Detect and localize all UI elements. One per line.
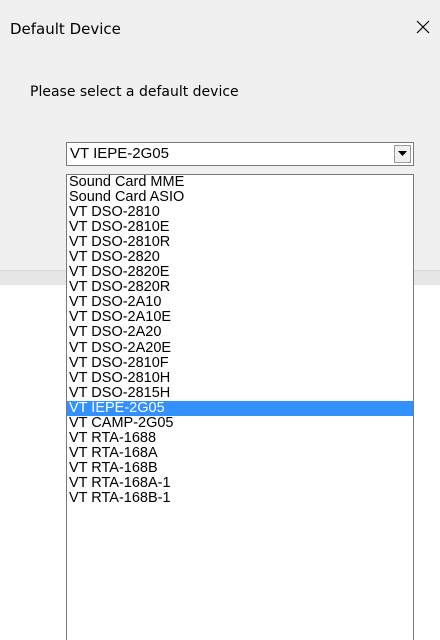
device-option[interactable]: VT RTA-1688 <box>67 430 413 446</box>
device-option[interactable]: VT RTA-168B-1 <box>67 490 413 506</box>
device-option[interactable]: VT DSO-2A20E <box>67 340 413 356</box>
device-option[interactable]: VT RTA-168A-1 <box>67 475 413 491</box>
device-option[interactable]: VT DSO-2A10E <box>67 310 413 325</box>
device-option[interactable]: VT DSO-2A20 <box>67 325 413 340</box>
device-option[interactable]: VT DSO-2810E <box>67 220 413 235</box>
device-dropdown-list[interactable]: Sound Card MME Sound Card ASIO VT DSO-2810… <box>66 174 414 640</box>
device-select[interactable]: VT IEPE-2G05 <box>66 142 414 166</box>
device-option[interactable]: VT DSO-2810F <box>67 355 413 371</box>
close-icon <box>416 20 430 34</box>
dialog-title: Default Device <box>10 20 121 38</box>
device-option[interactable]: VT DSO-2820R <box>67 280 413 295</box>
prompt-label: Please select a default device <box>30 84 239 100</box>
device-option[interactable]: VT DSO-2A10 <box>67 295 413 310</box>
device-option[interactable]: VT DSO-2820E <box>67 265 413 280</box>
device-option[interactable]: VT RTA-168B <box>67 460 413 476</box>
device-option[interactable]: VT DSO-2810H <box>67 370 413 386</box>
chevron-down-icon <box>398 151 407 156</box>
close-button[interactable] <box>408 12 438 42</box>
device-option[interactable]: VT IEPE-2G05 <box>67 400 413 416</box>
device-select-value: VT IEPE-2G05 <box>70 145 169 162</box>
device-option[interactable]: Sound Card ASIO <box>67 190 413 205</box>
device-option[interactable]: VT DSO-2820 <box>67 250 413 265</box>
device-option[interactable]: Sound Card MME <box>67 175 413 190</box>
device-option[interactable]: VT DSO-2815H <box>67 385 413 401</box>
device-select-dropdown-button[interactable] <box>394 145 411 163</box>
device-option[interactable]: VT DSO-2810 <box>67 205 413 220</box>
device-option[interactable]: VT RTA-168A <box>67 445 413 461</box>
device-option[interactable]: VT CAMP-2G05 <box>67 415 413 431</box>
device-option[interactable]: VT DSO-2810R <box>67 235 413 250</box>
